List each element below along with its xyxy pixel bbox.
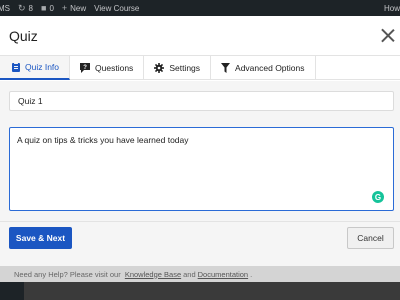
tab-settings[interactable]: Settings <box>144 56 212 80</box>
tab-questions[interactable]: ? Questions <box>70 56 145 80</box>
howdy-text: How <box>383 3 400 13</box>
help-footer: Need any Help? Please visit our Knowledg… <box>0 266 400 282</box>
admin-sidebar-fragment <box>0 282 24 300</box>
modal-body: A quiz on tips & tricks you have learned… <box>0 81 400 282</box>
adminbar-new[interactable]: + New <box>62 3 86 13</box>
adminbar-site-text: MS <box>0 3 10 13</box>
knowledge-base-link[interactable]: Knowledge Base <box>125 270 181 279</box>
adminbar-updates[interactable]: ↻ 8 <box>18 3 33 14</box>
quiz-modal: Quiz Quiz Info ? Questions Settings Adva… <box>0 16 400 282</box>
new-label: New <box>70 3 87 13</box>
comments-count: 0 <box>49 3 54 13</box>
gear-icon <box>154 63 165 73</box>
background-page <box>0 282 400 300</box>
adminbar-site-link[interactable]: MS <box>0 4 10 13</box>
cancel-button[interactable]: Cancel <box>347 227 394 249</box>
footer-and: and <box>183 269 196 279</box>
plus-icon: + <box>61 3 68 13</box>
save-next-button[interactable]: Save & Next <box>9 227 72 249</box>
modal-tabs: Quiz Info ? Questions Settings Advanced … <box>0 56 400 80</box>
grammarly-icon[interactable]: G <box>372 191 384 203</box>
adminbar-comments[interactable]: ■ 0 <box>41 3 54 13</box>
quiz-description-textarea[interactable]: A quiz on tips & tricks you have learned… <box>9 127 394 211</box>
tab-advanced-options[interactable]: Advanced Options <box>211 56 316 80</box>
modal-title: Quiz <box>9 28 38 44</box>
tab-label: Questions <box>95 63 134 73</box>
view-course-label: View Course <box>94 3 140 13</box>
tab-label: Settings <box>169 63 201 73</box>
clipboard-icon <box>12 62 20 72</box>
tab-label: Advanced Options <box>235 63 305 73</box>
filter-icon <box>221 63 231 73</box>
divider <box>0 221 400 222</box>
adminbar-view-course[interactable]: View Course <box>94 4 139 13</box>
quiz-name-input[interactable] <box>9 91 394 111</box>
tab-label: Quiz Info <box>25 62 60 72</box>
footer-period: . <box>250 269 253 279</box>
modal-header: Quiz <box>0 16 400 56</box>
footer-text: Need any Help? Please visit our <box>14 269 121 279</box>
documentation-link[interactable]: Documentation <box>198 270 248 279</box>
tab-quiz-info[interactable]: Quiz Info <box>0 56 71 80</box>
adminbar-account[interactable]: How <box>384 0 400 16</box>
updates-count: 8 <box>28 3 33 13</box>
close-icon[interactable] <box>381 28 395 42</box>
question-icon: ? <box>80 63 91 73</box>
comment-icon: ■ <box>41 3 47 13</box>
refresh-icon: ↻ <box>18 2 26 13</box>
svg-text:?: ? <box>83 65 87 71</box>
wp-admin-bar: MS ↻ 8 ■ 0 + New View Course How <box>0 0 400 16</box>
